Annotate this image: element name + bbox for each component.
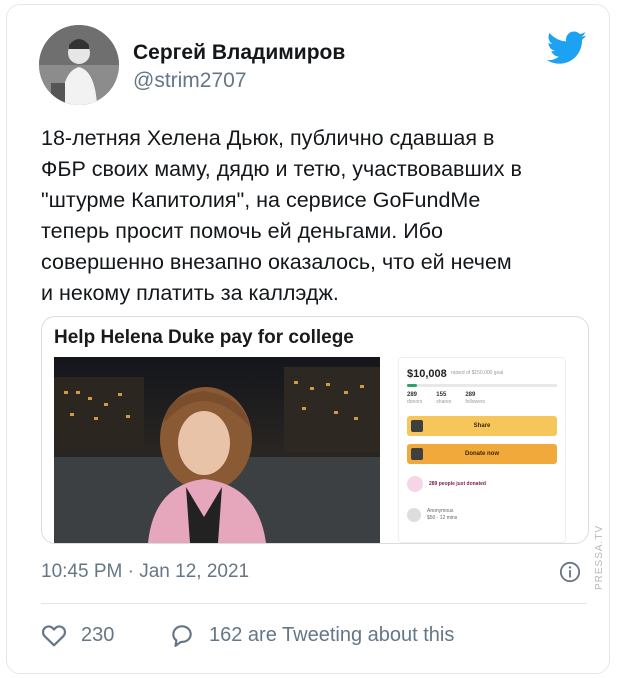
stat-shares: 155 shares (436, 392, 451, 406)
stat-label: followers (465, 399, 486, 405)
avatar-photo (39, 25, 119, 105)
share-icon (411, 420, 423, 432)
link-card[interactable]: Help Helena Duke pay for college $10,008… (41, 316, 589, 544)
stat-value: 289 (407, 392, 418, 398)
stat-followers: 289 followers (465, 392, 485, 406)
heart-icon (41, 625, 67, 647)
divider (41, 603, 587, 604)
info-icon[interactable] (559, 561, 581, 583)
avatar[interactable] (39, 25, 119, 105)
tweet-card: Сергей Владимиров @strim2707 18-летняя Х… (6, 4, 610, 674)
share-button[interactable]: Share (407, 416, 557, 436)
tweeting-text: 162 are Tweeting about this (209, 623, 455, 646)
trend-icon (407, 476, 423, 492)
progress-bar-fill (407, 384, 418, 387)
donate-button[interactable]: Donate now (407, 444, 557, 464)
recent-donations: 289 people just donated (407, 476, 486, 492)
donor-name: Anonymous (427, 508, 454, 514)
tweeting-link[interactable]: 162 are Tweeting about this (169, 623, 454, 647)
stat-value: 155 (436, 392, 447, 398)
raised-goal-text: raised of $150,000 goal (451, 370, 504, 376)
tweet-text: 18-летняя Хелена Дьюк, публично сдавшая … (41, 126, 522, 305)
raised-amount: $10,008 (407, 368, 447, 380)
tweet-timestamp[interactable]: 10:45 PM · Jan 12, 2021 (41, 561, 249, 583)
donation-panel: $10,008 raised of $150,000 goal 289 dono… (398, 357, 566, 543)
donor-avatar-icon (407, 508, 421, 522)
stats-row: 289 donors 155 shares 289 followers (407, 392, 485, 406)
stat-value: 289 (465, 392, 476, 398)
reply-bubble-icon (172, 625, 192, 647)
donor-detail: $50 · 12 mins (427, 515, 458, 521)
donor-item: Anonymous $50 · 12 mins (407, 508, 457, 522)
like-count: 230 (81, 623, 115, 646)
campaign-photo (54, 357, 380, 543)
like-button[interactable]: 230 (41, 623, 114, 647)
author-handle[interactable]: @strim2707 (133, 69, 247, 93)
link-card-title[interactable]: Help Helena Duke pay for college (54, 327, 354, 349)
stat-label: shares (436, 399, 452, 405)
progress-bar (407, 384, 557, 387)
stat-label: donors (407, 399, 423, 405)
author-name[interactable]: Сергей Владимиров (133, 41, 345, 65)
watermark: PRESSA.TV (594, 524, 605, 590)
stat-donors: 289 donors (407, 392, 422, 406)
share-label: Share (473, 423, 491, 429)
donor-text: Anonymous $50 · 12 mins (427, 508, 457, 522)
donate-icon (411, 448, 423, 460)
donate-label: Donate now (465, 451, 499, 457)
twitter-bird-icon[interactable] (547, 31, 587, 65)
donated-text: 289 people just donated (429, 481, 486, 487)
